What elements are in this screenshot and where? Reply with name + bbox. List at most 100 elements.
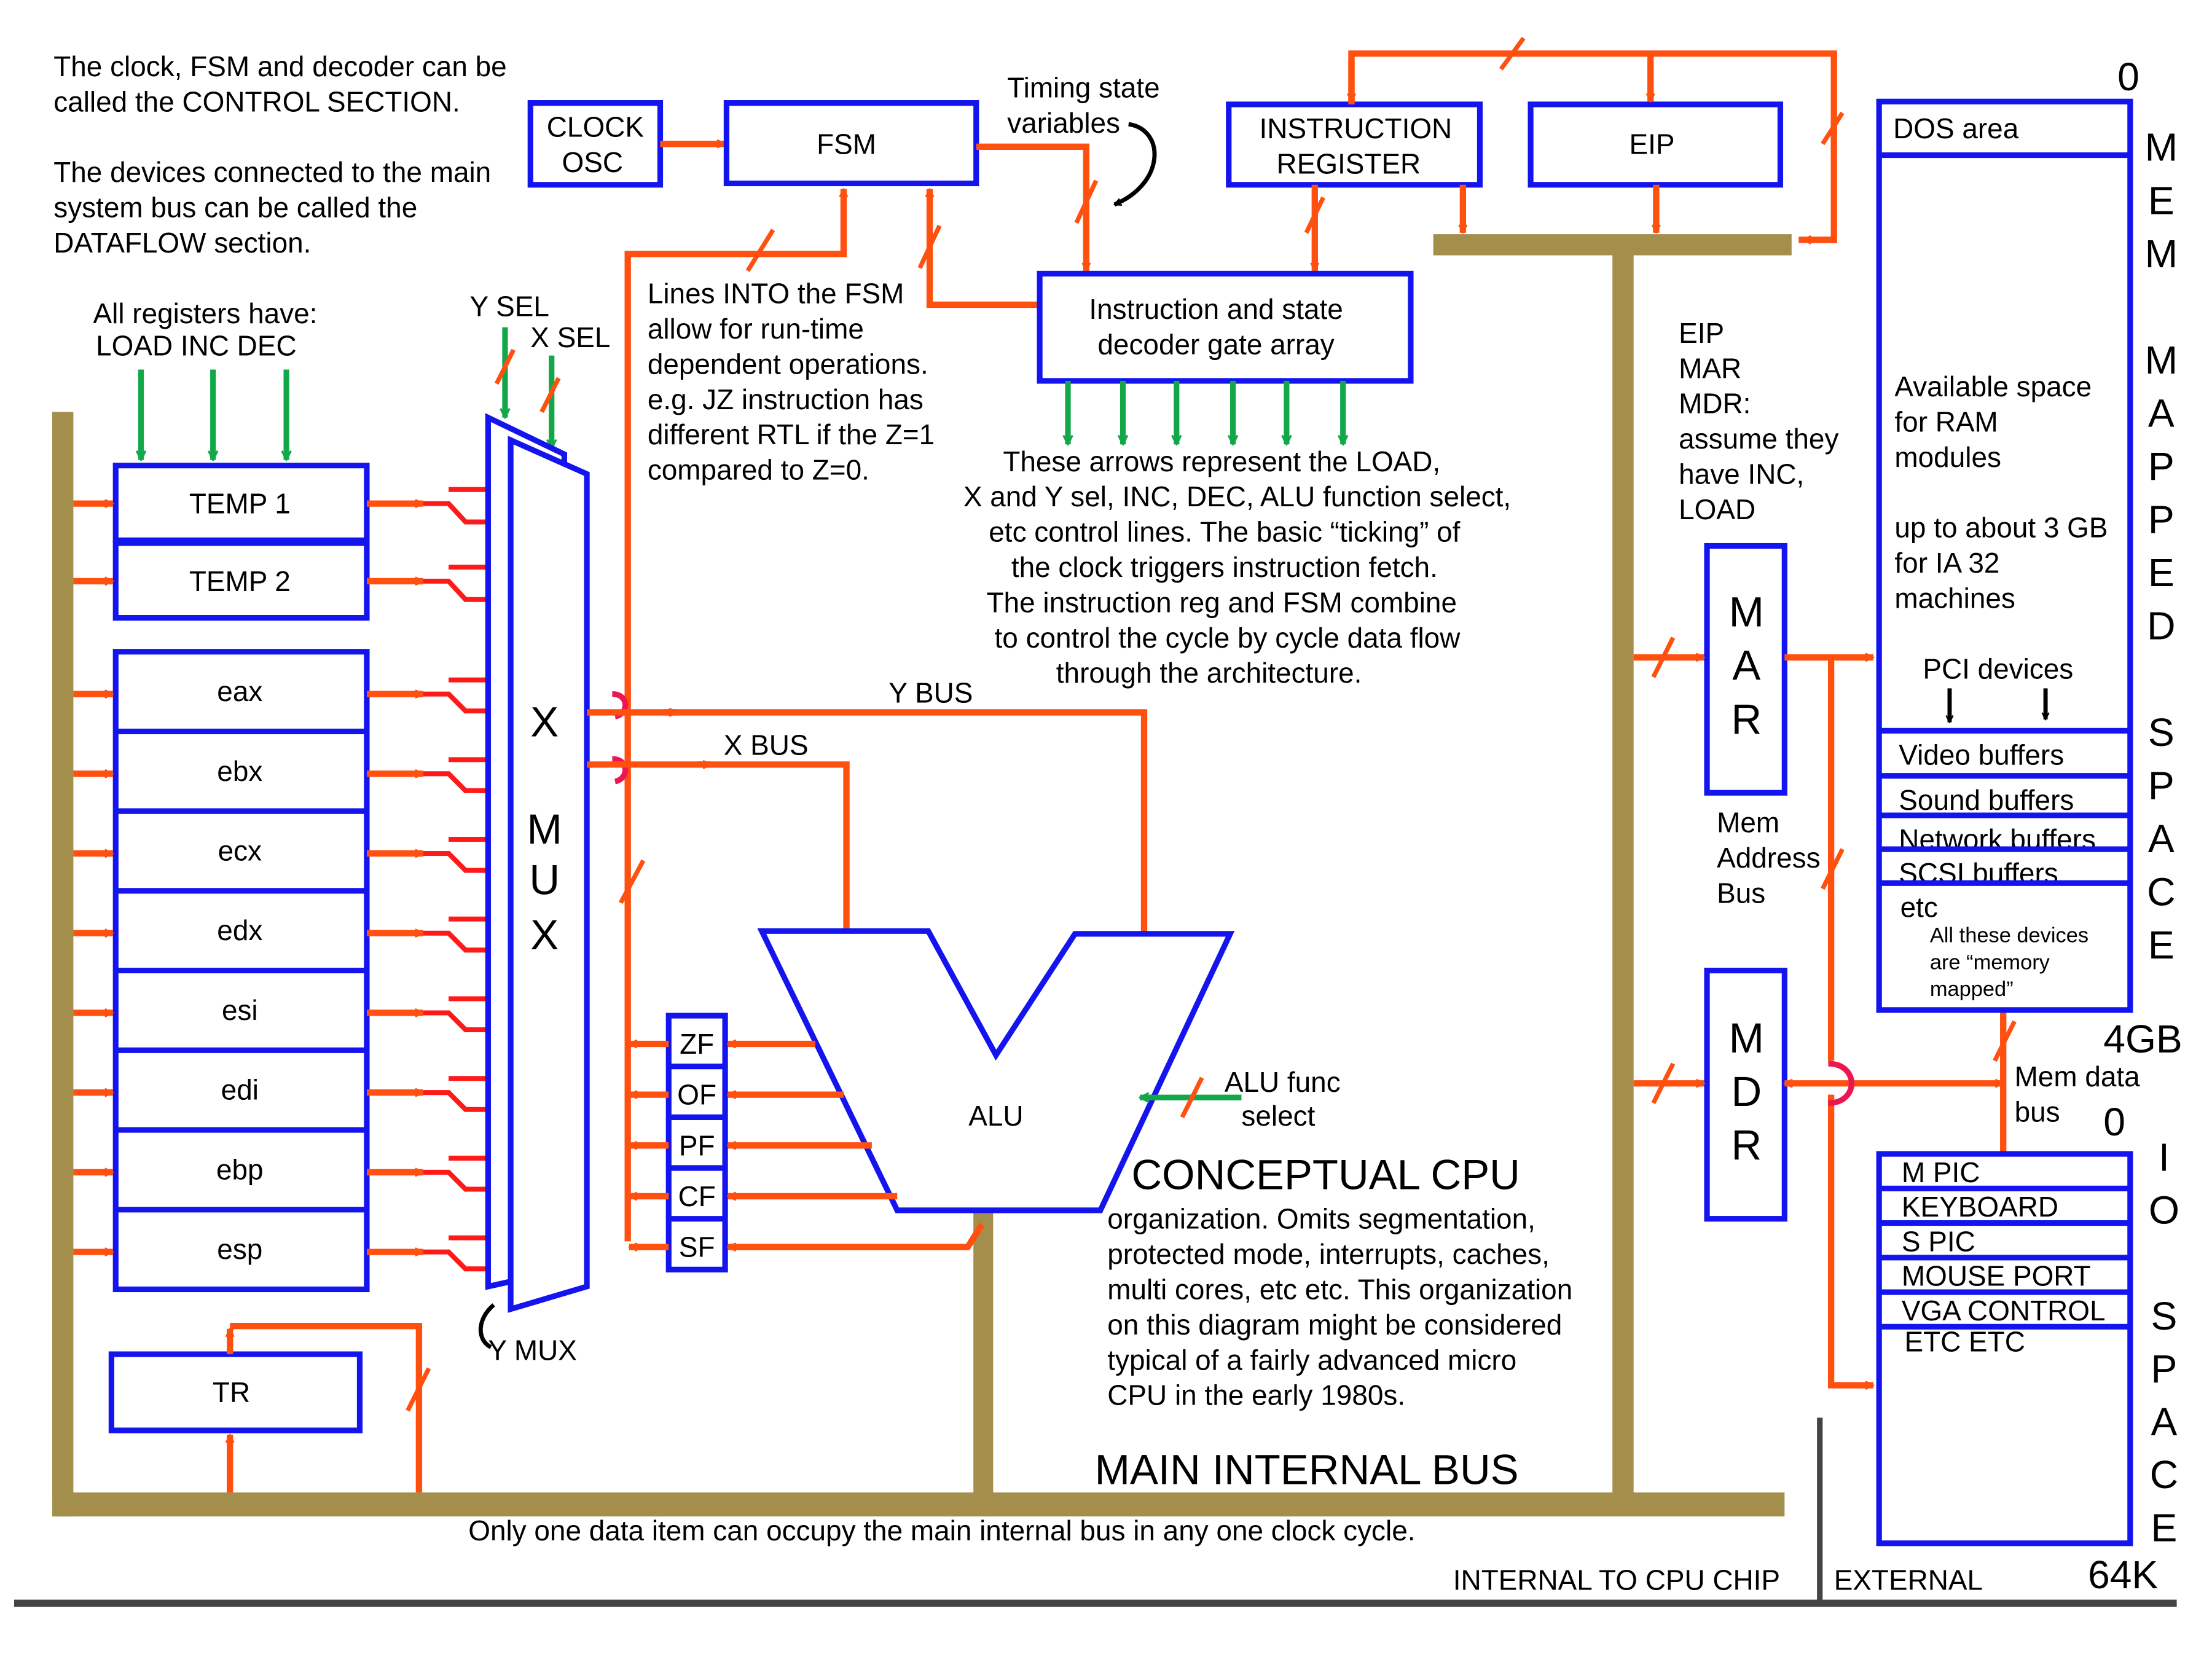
svg-text:R: R (1731, 696, 1762, 743)
mux-letter: U (529, 856, 560, 904)
svg-text:Lines INTO the FSM: Lines INTO the FSM (648, 278, 904, 310)
control-section-note: The clock, FSM and decoder can be called… (53, 50, 506, 117)
svg-text:The instruction reg and FSM co: The instruction reg and FSM combine (987, 586, 1457, 618)
svg-text:esi: esi (222, 994, 258, 1026)
eip-box: EIP (1528, 101, 1784, 188)
svg-text:M PIC: M PIC (1902, 1156, 1980, 1188)
chip-boundary-line (14, 1599, 2177, 1607)
note-line: All registers have: (93, 297, 318, 329)
mem-space-end: 4GB (2103, 1017, 2183, 1061)
x-bus-line (697, 761, 850, 931)
main-bus-bottom (52, 1492, 1785, 1517)
note-line: called the CONTROL SECTION. (53, 85, 460, 117)
eip-mar-mdr-note: EIP MAR MDR: assume they have INC, LOAD (1679, 317, 1838, 525)
mem-data-bus-label: bus (2015, 1096, 2060, 1127)
svg-text:assume they: assume they (1679, 423, 1838, 455)
mem-address-bus-label: Mem Address Bus (1717, 807, 1820, 909)
side-letter: P (2148, 763, 2175, 807)
flag-of: OF (629, 1064, 844, 1111)
svg-text:edi: edi (221, 1074, 259, 1106)
svg-text:TEMP 1: TEMP 1 (189, 488, 291, 520)
svg-text:EIP: EIP (1630, 128, 1675, 160)
svg-text:different RTL if the Z=1: different RTL if the Z=1 (648, 418, 935, 450)
svg-text:machines: machines (1894, 582, 2015, 614)
main-bus-note: Only one data item can occupy the main i… (468, 1515, 1415, 1546)
svg-text:M: M (1729, 1014, 1764, 1062)
conceptual-cpu-note: CONCEPTUAL CPU organization. Omits segme… (1107, 1151, 1572, 1411)
side-letter: A (2151, 1400, 2178, 1444)
svg-text:e.g. JZ instruction has: e.g. JZ instruction has (648, 383, 924, 415)
svg-text:OSC: OSC (562, 146, 623, 178)
side-letter: P (2148, 444, 2175, 488)
side-letter: S (2148, 710, 2175, 755)
svg-text:SF: SF (679, 1231, 715, 1263)
side-letter: C (2150, 1452, 2178, 1497)
side-letter: S (2151, 1294, 2178, 1338)
register-temp-1: TEMP 1 (73, 463, 511, 543)
register-temp-2: TEMP 2 (73, 540, 511, 621)
svg-text:modules: modules (1894, 441, 2001, 473)
note-line: LOAD INC DEC (96, 330, 297, 362)
fsm-box: FSM (723, 100, 979, 187)
svg-text:MAR: MAR (1679, 352, 1741, 384)
alu-func-label: ALU func (1225, 1066, 1341, 1098)
svg-text:through the architecture.: through the architecture. (1056, 657, 1362, 689)
svg-text:are “memory: are “memory (1930, 951, 2050, 974)
conceptual-title: CONCEPTUAL CPU (1131, 1151, 1520, 1198)
pci-devices-label: PCI devices (1923, 653, 2073, 684)
svg-text:LOAD: LOAD (1679, 493, 1755, 525)
io-space-label: IO SPACE (2149, 1135, 2179, 1550)
svg-text:allow for run-time: allow for run-time (648, 313, 864, 345)
svg-text:etc control lines. The basic “: etc control lines. The basic “ticking” o… (989, 516, 1460, 548)
svg-text:protected mode, interrupts, c: protected mode, interrupts, caches, (1107, 1238, 1550, 1270)
side-letter: D (2147, 604, 2175, 648)
svg-text:R: R (1731, 1121, 1762, 1169)
svg-text:for RAM: for RAM (1894, 406, 1998, 438)
svg-text:A: A (1732, 642, 1760, 689)
main-bus-top-right (1433, 234, 1792, 256)
svg-text:CF: CF (678, 1180, 716, 1212)
svg-text:on this diagram might be consi: on this diagram might be considered (1107, 1309, 1562, 1341)
tr-register: TR (108, 1351, 363, 1433)
bus-width-slash (618, 859, 646, 904)
side-letter: I (2159, 1135, 2170, 1180)
io-etc-label: ETC ETC (1904, 1325, 2025, 1357)
svg-text:multi cores, etc etc. This org: multi cores, etc etc. This organization (1107, 1274, 1572, 1306)
svg-text:edx: edx (217, 914, 262, 946)
svg-text:eax: eax (217, 675, 262, 707)
svg-text:MDR:: MDR: (1679, 388, 1751, 420)
svg-text:CLOCK: CLOCK (547, 111, 645, 143)
side-letter: M (2145, 232, 2178, 276)
note-line: DATAFLOW section. (53, 227, 311, 259)
main-bus-right-vertical (1612, 240, 1634, 1495)
mux-letter: X (530, 698, 559, 745)
side-letter: E (2148, 178, 2175, 222)
load-inc-dec-arrows (141, 369, 286, 460)
timing-state-label: Timing state (1007, 71, 1159, 103)
svg-text:esp: esp (217, 1233, 262, 1265)
bus-width-slash (745, 229, 775, 272)
svg-text:have INC,: have INC, (1679, 458, 1804, 490)
svg-text:REGISTER: REGISTER (1277, 147, 1421, 179)
dataflow-section-note: The devices connected to the main system… (53, 156, 491, 259)
lines-into-fsm-note: Lines INTO the FSM allow for run-time de… (648, 278, 935, 486)
io-space-start: 0 (2103, 1100, 2125, 1144)
svg-text:ZF: ZF (680, 1028, 714, 1060)
svg-text:to control the cycle by cycle: to control the cycle by cycle data flow (995, 622, 1461, 654)
mem-space-start: 0 (2117, 55, 2139, 99)
svg-text:KEYBOARD: KEYBOARD (1902, 1191, 2058, 1223)
mem-data-bus-label: Mem data (2015, 1060, 2141, 1092)
io-device-vga-control: VGA CONTROL (1879, 1295, 2130, 1330)
svg-text:Video buffers: Video buffers (1899, 739, 2064, 770)
timing-curved-arrow-icon (1115, 122, 1157, 207)
side-letter: P (2151, 1347, 2178, 1391)
svg-text:ecx: ecx (218, 835, 262, 867)
svg-text:These arrows represent the LOA: These arrows represent the LOAD, (1003, 445, 1440, 477)
svg-text:organization. Omits segmentati: organization. Omits segmentation, (1107, 1203, 1535, 1235)
x-mux-label: XMUX (527, 698, 562, 958)
svg-text:TR: TR (213, 1376, 250, 1408)
mem-address-to-io-line (1827, 1094, 1873, 1386)
side-letter: P (2148, 498, 2175, 542)
all-registers-note: All registers have: LOAD INC DEC (93, 297, 318, 362)
x-sel-label: X SEL (530, 321, 610, 353)
